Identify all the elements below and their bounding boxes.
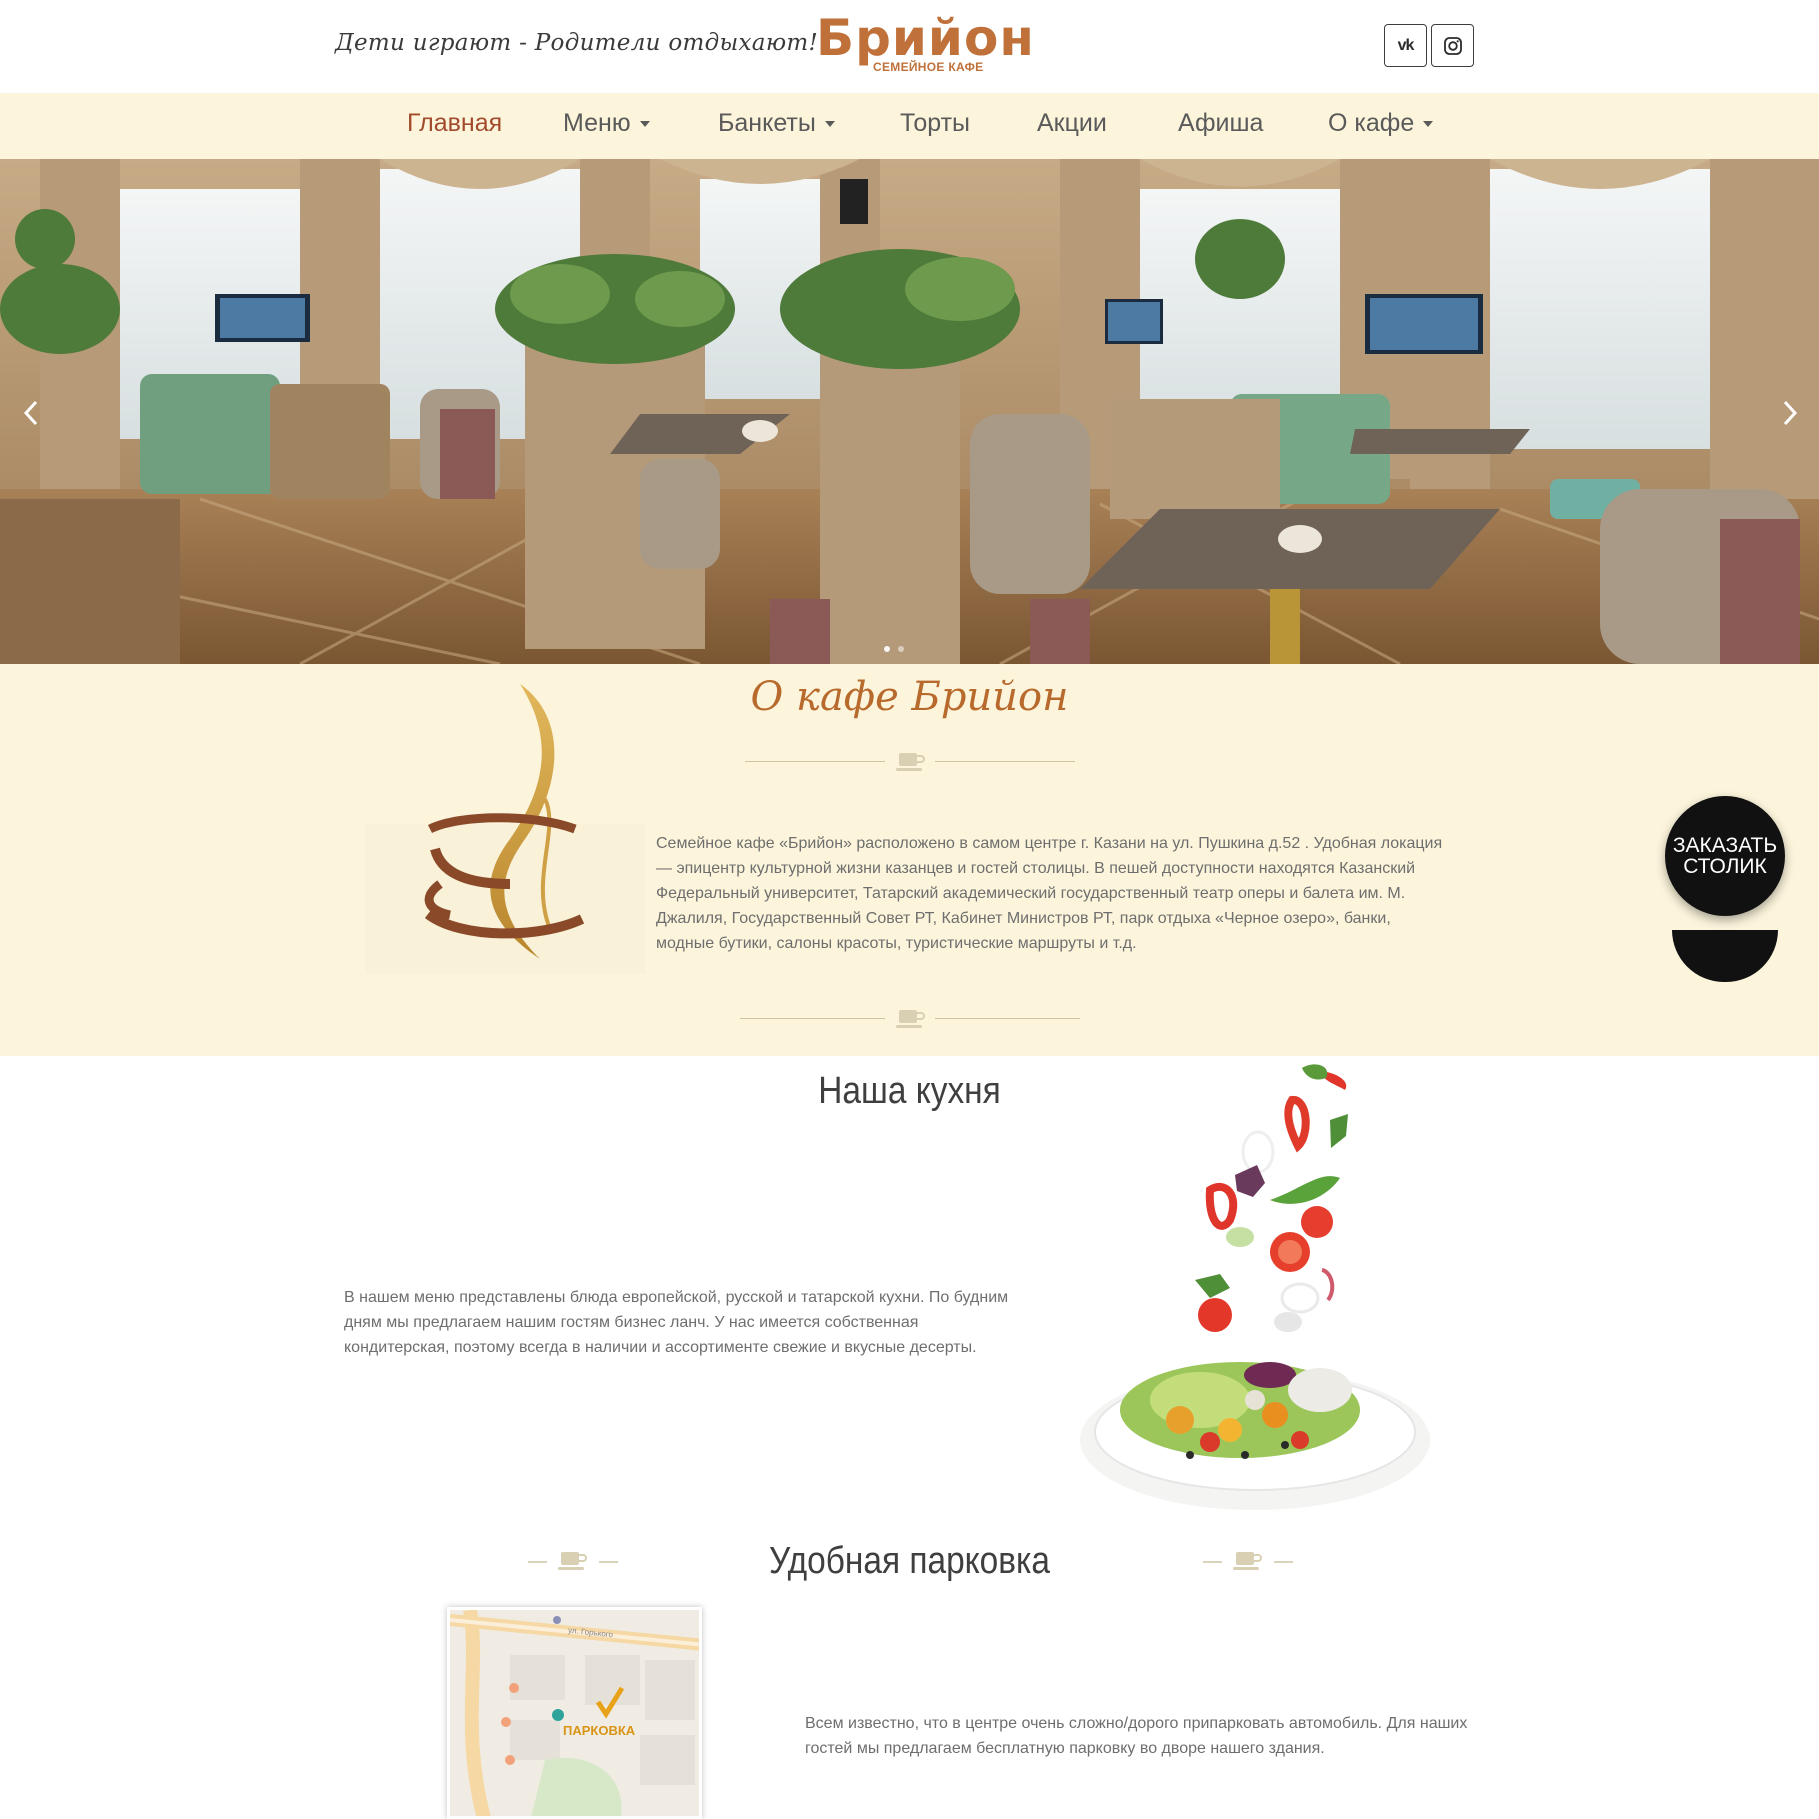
vk-icon: vk [1397,36,1415,54]
order-button-line2: СТОЛИК [1683,855,1767,878]
about-section: О кафе Брийон Семейное кафе «Брийон» рас… [0,664,1819,1056]
nav-item-about[interactable]: О кафе [1328,109,1434,138]
chevron-left-icon [23,400,38,426]
nav-item-cakes[interactable]: Торты [900,109,970,138]
about-text: Семейное кафе «Брийон» расположено в сам… [656,835,1443,952]
instagram-button[interactable] [1431,24,1474,67]
coffee-cup-icon [896,753,925,771]
nav-item-banquets[interactable]: Банкеты [718,109,835,138]
nav-item-promotions[interactable]: Акции [1037,109,1107,138]
order-table-button[interactable]: ЗАКАЗАТЬ СТОЛИК [1665,796,1785,916]
coffee-cup-icon [896,1010,925,1028]
logo-text: Брийон [816,9,1035,67]
caret-down-icon [1423,121,1434,128]
nav-item-menu[interactable]: Меню [563,109,650,138]
coffee-logo-image [365,684,645,974]
vk-button[interactable]: vk [1384,24,1427,67]
tagline: Дети играют - Родители отдыхают! [335,30,819,56]
instagram-icon [1443,36,1462,55]
main-nav: Главная Меню Банкеты Торты Акции Афиша О… [0,93,1819,159]
order-button-line1: ЗАКАЗАТЬ [1672,834,1778,857]
parking-title: Удобная парковка [769,1540,1050,1582]
kitchen-title: Наша кухня [818,1070,1001,1112]
hero-slider [0,159,1819,664]
next-slide-button[interactable] [1775,393,1805,433]
nav-item-label: О кафе [1328,109,1415,137]
salad-image [1080,1064,1430,1510]
nav-item-home[interactable]: Главная [407,109,502,138]
parking-map[interactable]: ул. Горького ПАРКОВКА [447,1607,702,1819]
parking-text: Всем известно, что в центре очень сложно… [805,1715,1468,1757]
slider-dot[interactable] [884,646,890,652]
caret-down-icon [639,121,650,128]
cafe-interior-photo [0,159,1819,664]
prev-slide-button[interactable] [16,393,46,433]
divider [740,1003,1080,1033]
nav-item-label: Меню [563,109,631,137]
divider [745,746,1075,776]
about-title: О кафе Брийон [750,674,1069,720]
chevron-right-icon [1783,400,1798,426]
nav-item-label: Главная [407,109,503,137]
map-image [450,1610,699,1816]
slider-dot[interactable] [898,646,904,652]
caret-down-icon [824,121,835,128]
logo[interactable]: Брийон СЕМЕЙНОЕ КАФЕ [810,9,1034,78]
slider-dots [884,646,904,652]
nav-item-label: Афиша [1178,109,1264,137]
nav-item-events[interactable]: Афиша [1178,109,1263,138]
logo-subtitle: СЕМЕЙНОЕ КАФЕ [873,60,984,74]
kitchen-text: В нашем меню представлены блюда европейс… [344,1289,1009,1356]
site-header: Дети играют - Родители отдыхают! Брийон … [0,0,1819,93]
nav-item-label: Торты [900,109,970,137]
nav-item-label: Акции [1037,109,1107,137]
nav-item-label: Банкеты [718,109,816,137]
map-parking-label: ПАРКОВКА [563,1723,636,1738]
